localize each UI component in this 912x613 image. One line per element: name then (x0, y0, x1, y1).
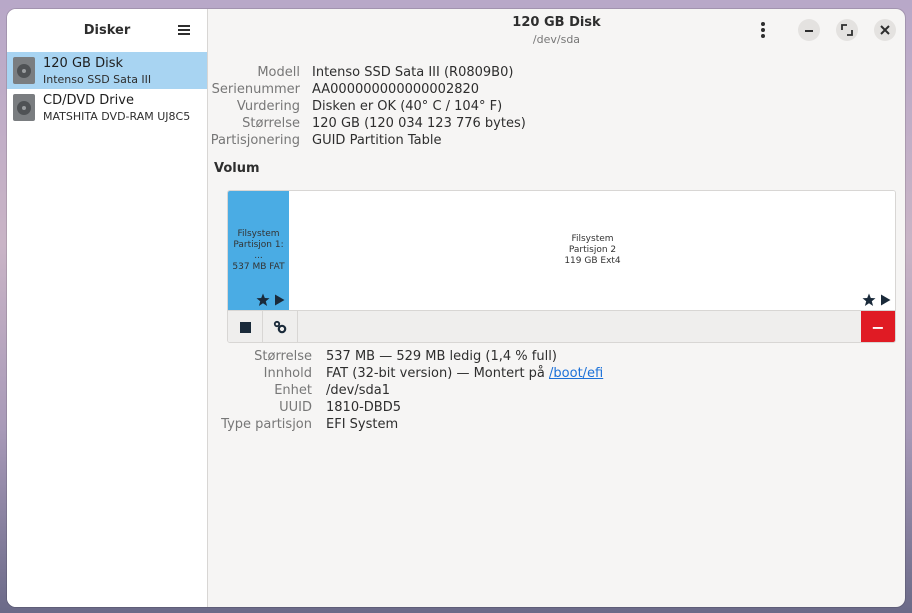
partition-1-size: 537 MB FAT (232, 261, 285, 272)
minus-icon: − (871, 317, 885, 337)
content-label: Innhold (263, 366, 312, 381)
partition-type-value: EFI System (326, 417, 399, 432)
model-label: Modell (257, 65, 300, 80)
partition-type-label: Type partisjon (221, 417, 312, 432)
partition-size-value: 537 MB — 529 MB ledig (1,4 % full) (326, 349, 557, 364)
partition-1-flags (256, 293, 285, 307)
minimize-button[interactable] (798, 19, 820, 41)
play-icon (881, 294, 891, 306)
serial-value: AA000000000000002820 (312, 82, 480, 97)
partitioning-value: GUID Partition Table (312, 133, 442, 148)
assessment-label: Vurdering (236, 99, 300, 114)
menu-button[interactable] (173, 19, 195, 41)
model-value: Intenso SSD Sata III (R0809B0) (312, 65, 514, 80)
partition-2-block[interactable]: Filsystem Partisjon 2 119 GB Ext4 (290, 191, 895, 310)
disk-name: 120 GB Disk (43, 56, 123, 71)
size-label: Størrelse (242, 116, 300, 131)
disk-model: Intenso SSD Sata III (43, 73, 152, 86)
partition-2-size: 119 GB Ext4 (564, 256, 621, 266)
close-button[interactable] (874, 19, 896, 41)
close-icon (880, 25, 890, 35)
device-value: /dev/sda1 (326, 383, 390, 398)
disk-model: MATSHITA DVD-RAM UJ8C5 (43, 110, 191, 123)
partition-2-name: Partisjon 2 (568, 245, 617, 255)
play-icon (275, 294, 285, 306)
partition-1-block[interactable]: Filsystem Partisjon 1: ... 537 MB FAT (228, 191, 289, 310)
disk-icon (13, 57, 35, 84)
partition-2-type: Filsystem (571, 234, 614, 244)
menu-icon (178, 25, 190, 35)
assessment-value: Disken er OK (40° C / 104° F) (312, 99, 503, 114)
delete-partition-button[interactable]: − (861, 311, 895, 342)
partition-1-type: Filsystem (237, 228, 280, 239)
content-text: FAT (32-bit version) — Montert på (326, 366, 550, 381)
partition-size-label: Størrelse (254, 349, 312, 364)
serial-label: Serienummer (211, 82, 300, 97)
maximize-button[interactable] (836, 19, 858, 41)
content-value: FAT (32-bit version) — Montert på /boot/… (326, 366, 603, 381)
minimize-icon (805, 30, 813, 32)
uuid-label: UUID (279, 400, 312, 415)
star-icon (862, 293, 876, 306)
disk-item-ssd[interactable]: 120 GB Disk Intenso SSD Sata III (7, 52, 207, 89)
partition-1-name: Partisjon 1: ... (233, 239, 284, 261)
partition-options-button[interactable] (263, 311, 298, 342)
stop-icon (239, 321, 251, 333)
volumes-heading: Volum (214, 161, 260, 176)
disks-window: Disker 120 GB Disk Intenso SSD Sata III … (7, 9, 905, 607)
device-label: Enhet (274, 383, 312, 398)
volume-map: Filsystem Partisjon 1: ... 537 MB FAT Fi… (227, 190, 896, 343)
gears-icon (273, 320, 287, 334)
kebab-icon (761, 22, 765, 38)
unmount-button[interactable] (228, 311, 263, 342)
main-panel: 120 GB Disk /dev/sda Modell Intenso SSD … (208, 9, 905, 607)
disk-item-dvd[interactable]: CD/DVD Drive MATSHITA DVD-RAM UJ8C5 (7, 89, 207, 126)
disk-icon (13, 94, 35, 121)
uuid-value: 1810-DBD5 (326, 400, 401, 415)
sidebar-header: Disker (7, 9, 207, 51)
sidebar-title: Disker (83, 22, 131, 38)
partitioning-label: Partisjonering (210, 133, 300, 148)
volume-toolbar: − (228, 310, 895, 342)
maximize-icon (841, 24, 853, 36)
sidebar: Disker 120 GB Disk Intenso SSD Sata III … (7, 9, 208, 607)
partition-2-flags (862, 293, 891, 307)
disk-name: CD/DVD Drive (43, 93, 134, 108)
more-options-button[interactable] (752, 19, 774, 41)
mount-point-link[interactable]: /boot/efi (549, 366, 603, 381)
star-icon (256, 293, 270, 306)
size-value: 120 GB (120 034 123 776 bytes) (312, 116, 526, 131)
